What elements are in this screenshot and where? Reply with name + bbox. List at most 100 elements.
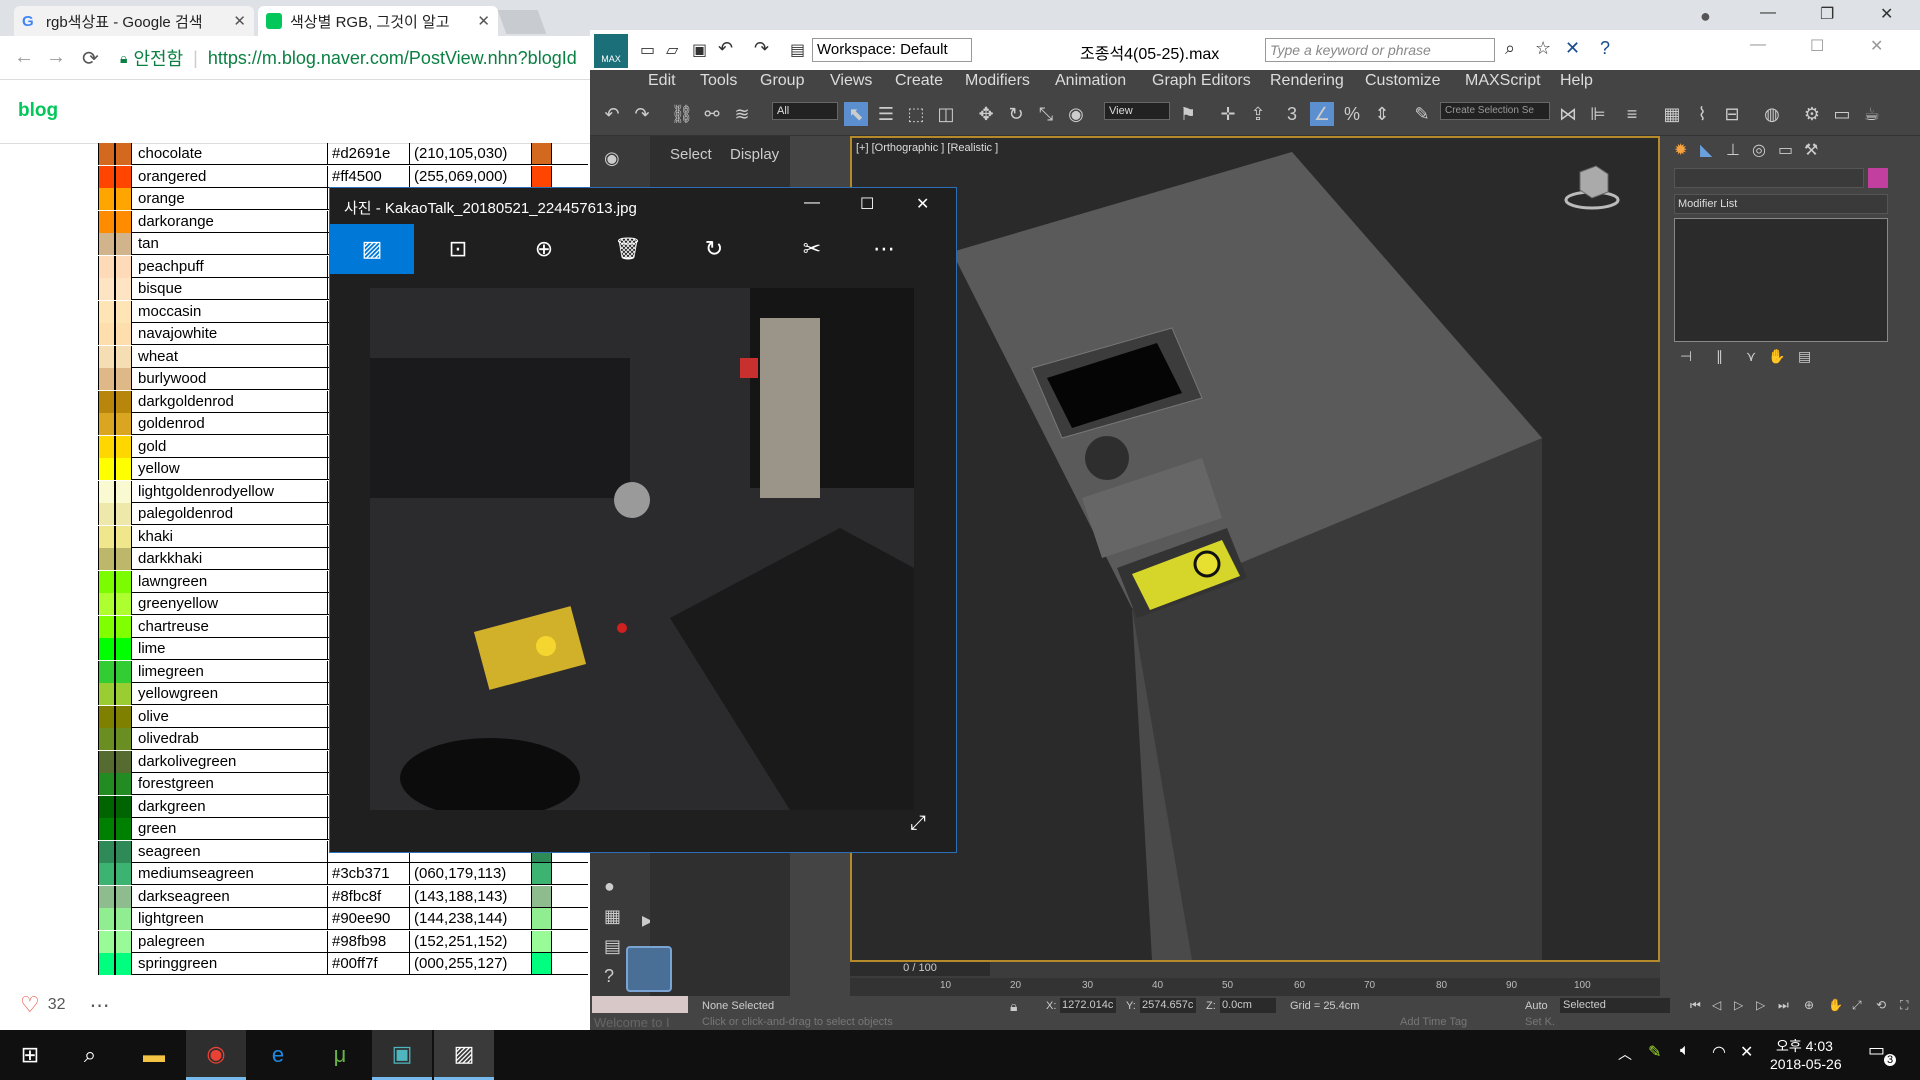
star-icon[interactable]: ☆ <box>1535 38 1551 59</box>
next-frame-icon[interactable]: ▷ <box>1756 998 1765 1012</box>
redo-icon[interactable]: ↷ <box>630 102 654 126</box>
angle-snap-icon[interactable]: ∠ <box>1310 102 1334 126</box>
mirror-icon[interactable]: ⋈ <box>1556 102 1580 126</box>
tab-display[interactable]: Display <box>730 146 779 163</box>
volume-icon[interactable]: 🔈︎ <box>1680 1042 1690 1060</box>
maximize-viewport-icon[interactable]: ⛶ <box>1900 998 1908 1013</box>
orbit-icon[interactable]: ⟲ <box>1876 998 1886 1012</box>
timeline[interactable]: 0 / 100 10 20 30 40 50 60 70 80 90 100 <box>850 962 1660 996</box>
scale-icon[interactable]: ⤡ <box>1034 102 1058 126</box>
rotate-icon[interactable]: ↻ <box>672 224 756 274</box>
scene-explorer-icon[interactable]: ▦ <box>1660 102 1684 126</box>
question-icon[interactable]: ? <box>604 966 614 987</box>
window-crossing-icon[interactable]: ◫ <box>934 102 958 126</box>
menu-maxscript[interactable]: MAXScript <box>1465 72 1541 90</box>
close-button[interactable]: ✕ <box>1870 36 1883 56</box>
minimize-button[interactable]: — <box>804 194 820 212</box>
reload-icon[interactable]: ⟳ <box>82 46 99 71</box>
show-hidden-icons[interactable]: ︿ <box>1618 1044 1632 1064</box>
redo-icon[interactable]: ↷ <box>754 38 769 59</box>
utilities-tab-icon[interactable]: ⚒ <box>1804 140 1818 160</box>
close-icon[interactable]: ✕ <box>233 12 246 30</box>
notification-icon[interactable]: ▭ <box>1868 1040 1885 1061</box>
remove-modifier-icon[interactable]: ✋ <box>1768 348 1785 365</box>
percent-snap-icon[interactable]: % <box>1340 102 1364 126</box>
set-key-button[interactable]: Set K. <box>1525 1016 1555 1028</box>
render-frame-icon[interactable]: ▭ <box>1830 102 1854 126</box>
pan-icon[interactable]: ✋ <box>1828 998 1843 1012</box>
forward-arrow-icon[interactable]: → <box>46 46 66 69</box>
sphere-icon[interactable]: ● <box>604 876 615 897</box>
material-editor-icon[interactable]: ◍ <box>1760 102 1784 126</box>
align-icon[interactable]: ⊫ <box>1586 102 1610 126</box>
display-tab-icon[interactable]: ▭ <box>1778 140 1793 160</box>
snaps-3-icon[interactable]: 3 <box>1280 102 1304 126</box>
zoom-icon[interactable]: ⊕ <box>502 224 586 274</box>
x-exchange-icon[interactable]: ✕ <box>1565 38 1580 59</box>
file-explorer-icon[interactable]: ▬ <box>124 1030 184 1080</box>
restore-button[interactable]: ☐ <box>1810 36 1824 56</box>
x-coordinate[interactable]: 1272.014c <box>1060 998 1116 1013</box>
close-button[interactable]: ✕ <box>1880 4 1893 24</box>
object-name-input[interactable] <box>1674 168 1864 188</box>
menu-graph-editors[interactable]: Graph Editors <box>1152 72 1251 90</box>
render-icon[interactable]: ☕ <box>1860 102 1884 126</box>
play-icon[interactable]: ▷ <box>1734 998 1743 1012</box>
motion-tab-icon[interactable]: ◎ <box>1752 140 1766 160</box>
minimize-button[interactable]: — <box>1750 36 1766 54</box>
unlink-icon[interactable]: ⚯ <box>700 102 724 126</box>
modifier-list-select[interactable]: Modifier List <box>1674 194 1888 214</box>
fullscreen-icon[interactable]: ⤢ <box>910 812 926 835</box>
menu-rendering[interactable]: Rendering <box>1270 72 1344 90</box>
help-icon[interactable]: ? <box>1600 38 1610 59</box>
menu-create[interactable]: Create <box>895 72 943 90</box>
modify-tab-icon[interactable]: ◣ <box>1700 140 1712 160</box>
undo-icon[interactable]: ↶ <box>718 38 733 59</box>
zoom-extents-icon[interactable]: ⤢ <box>1852 998 1862 1013</box>
layer-icon[interactable]: ≡ <box>1620 102 1644 126</box>
create-tab-icon[interactable]: ✹ <box>1674 140 1687 160</box>
pen-icon[interactable]: ✎ <box>1648 1042 1661 1062</box>
tab-naver-blog[interactable]: 색상별 RGB, 그것이 알고 ✕ <box>258 6 498 36</box>
open-file-icon[interactable]: ▱ <box>666 40 678 60</box>
pivot-icon[interactable]: ⚑ <box>1176 102 1200 126</box>
ime-icon[interactable]: ✕ <box>1740 1042 1753 1062</box>
clock-date[interactable]: 2018-05-26 <box>1770 1056 1842 1072</box>
menu-customize[interactable]: Customize <box>1365 72 1441 90</box>
binoculars-icon[interactable]: ⌕ <box>1505 38 1515 59</box>
more-icon[interactable]: ⋯ <box>90 993 110 1018</box>
lock-selection-icon[interactable]: 🔒︎ <box>1010 998 1017 1015</box>
eye-icon[interactable]: ◉ <box>604 148 620 169</box>
placement-icon[interactable]: ◉ <box>1064 102 1088 126</box>
selection-filter-select[interactable]: All <box>772 102 838 120</box>
keyboard-shortcut-icon[interactable]: ⇪ <box>1246 102 1270 126</box>
3dsmax-icon[interactable]: ▣ <box>372 1030 432 1080</box>
track-bar[interactable]: 10 20 30 40 50 60 70 80 90 100 <box>850 978 1660 996</box>
edge-icon[interactable]: e <box>248 1030 308 1080</box>
menu-group[interactable]: Group <box>760 72 804 90</box>
rect-selection-icon[interactable]: ⬚ <box>904 102 928 126</box>
perspective-viewport[interactable]: [+] [Orthographic ] [Realistic ] <box>850 136 1660 962</box>
z-coordinate[interactable]: 0.0cm <box>1220 998 1276 1013</box>
auto-key-button[interactable]: Auto <box>1525 1000 1548 1012</box>
maxscript-listener[interactable] <box>592 996 688 1013</box>
keyword-search-input[interactable]: Type a keyword or phrase <box>1265 38 1495 62</box>
configure-sets-icon[interactable]: ▤ <box>1798 348 1811 365</box>
maximize-button[interactable]: ☐ <box>860 194 874 214</box>
tab-select[interactable]: Select <box>670 146 712 163</box>
prev-frame-icon[interactable]: ◁ <box>1712 998 1721 1012</box>
project-icon[interactable]: ▤ <box>790 40 805 60</box>
photos-icon[interactable]: ▨ <box>434 1030 494 1080</box>
slideshow-icon[interactable]: ⊡ <box>416 224 500 274</box>
max-logo-icon[interactable]: MAX <box>594 34 628 68</box>
start-windows-icon[interactable]: ⊞ <box>0 1030 60 1080</box>
chrome-icon[interactable]: ◉ <box>186 1030 246 1080</box>
heart-icon[interactable]: ♡ <box>20 992 40 1018</box>
undo-icon[interactable]: ↶ <box>600 102 624 126</box>
menu-modifiers[interactable]: Modifiers <box>965 72 1030 90</box>
torrent-icon[interactable]: μ <box>310 1030 370 1080</box>
render-setup-icon[interactable]: ⚙ <box>1800 102 1824 126</box>
y-coordinate[interactable]: 2574.657c <box>1140 998 1196 1013</box>
show-end-result-icon[interactable]: ∥ <box>1716 348 1723 365</box>
back-arrow-icon[interactable]: ← <box>14 46 34 69</box>
